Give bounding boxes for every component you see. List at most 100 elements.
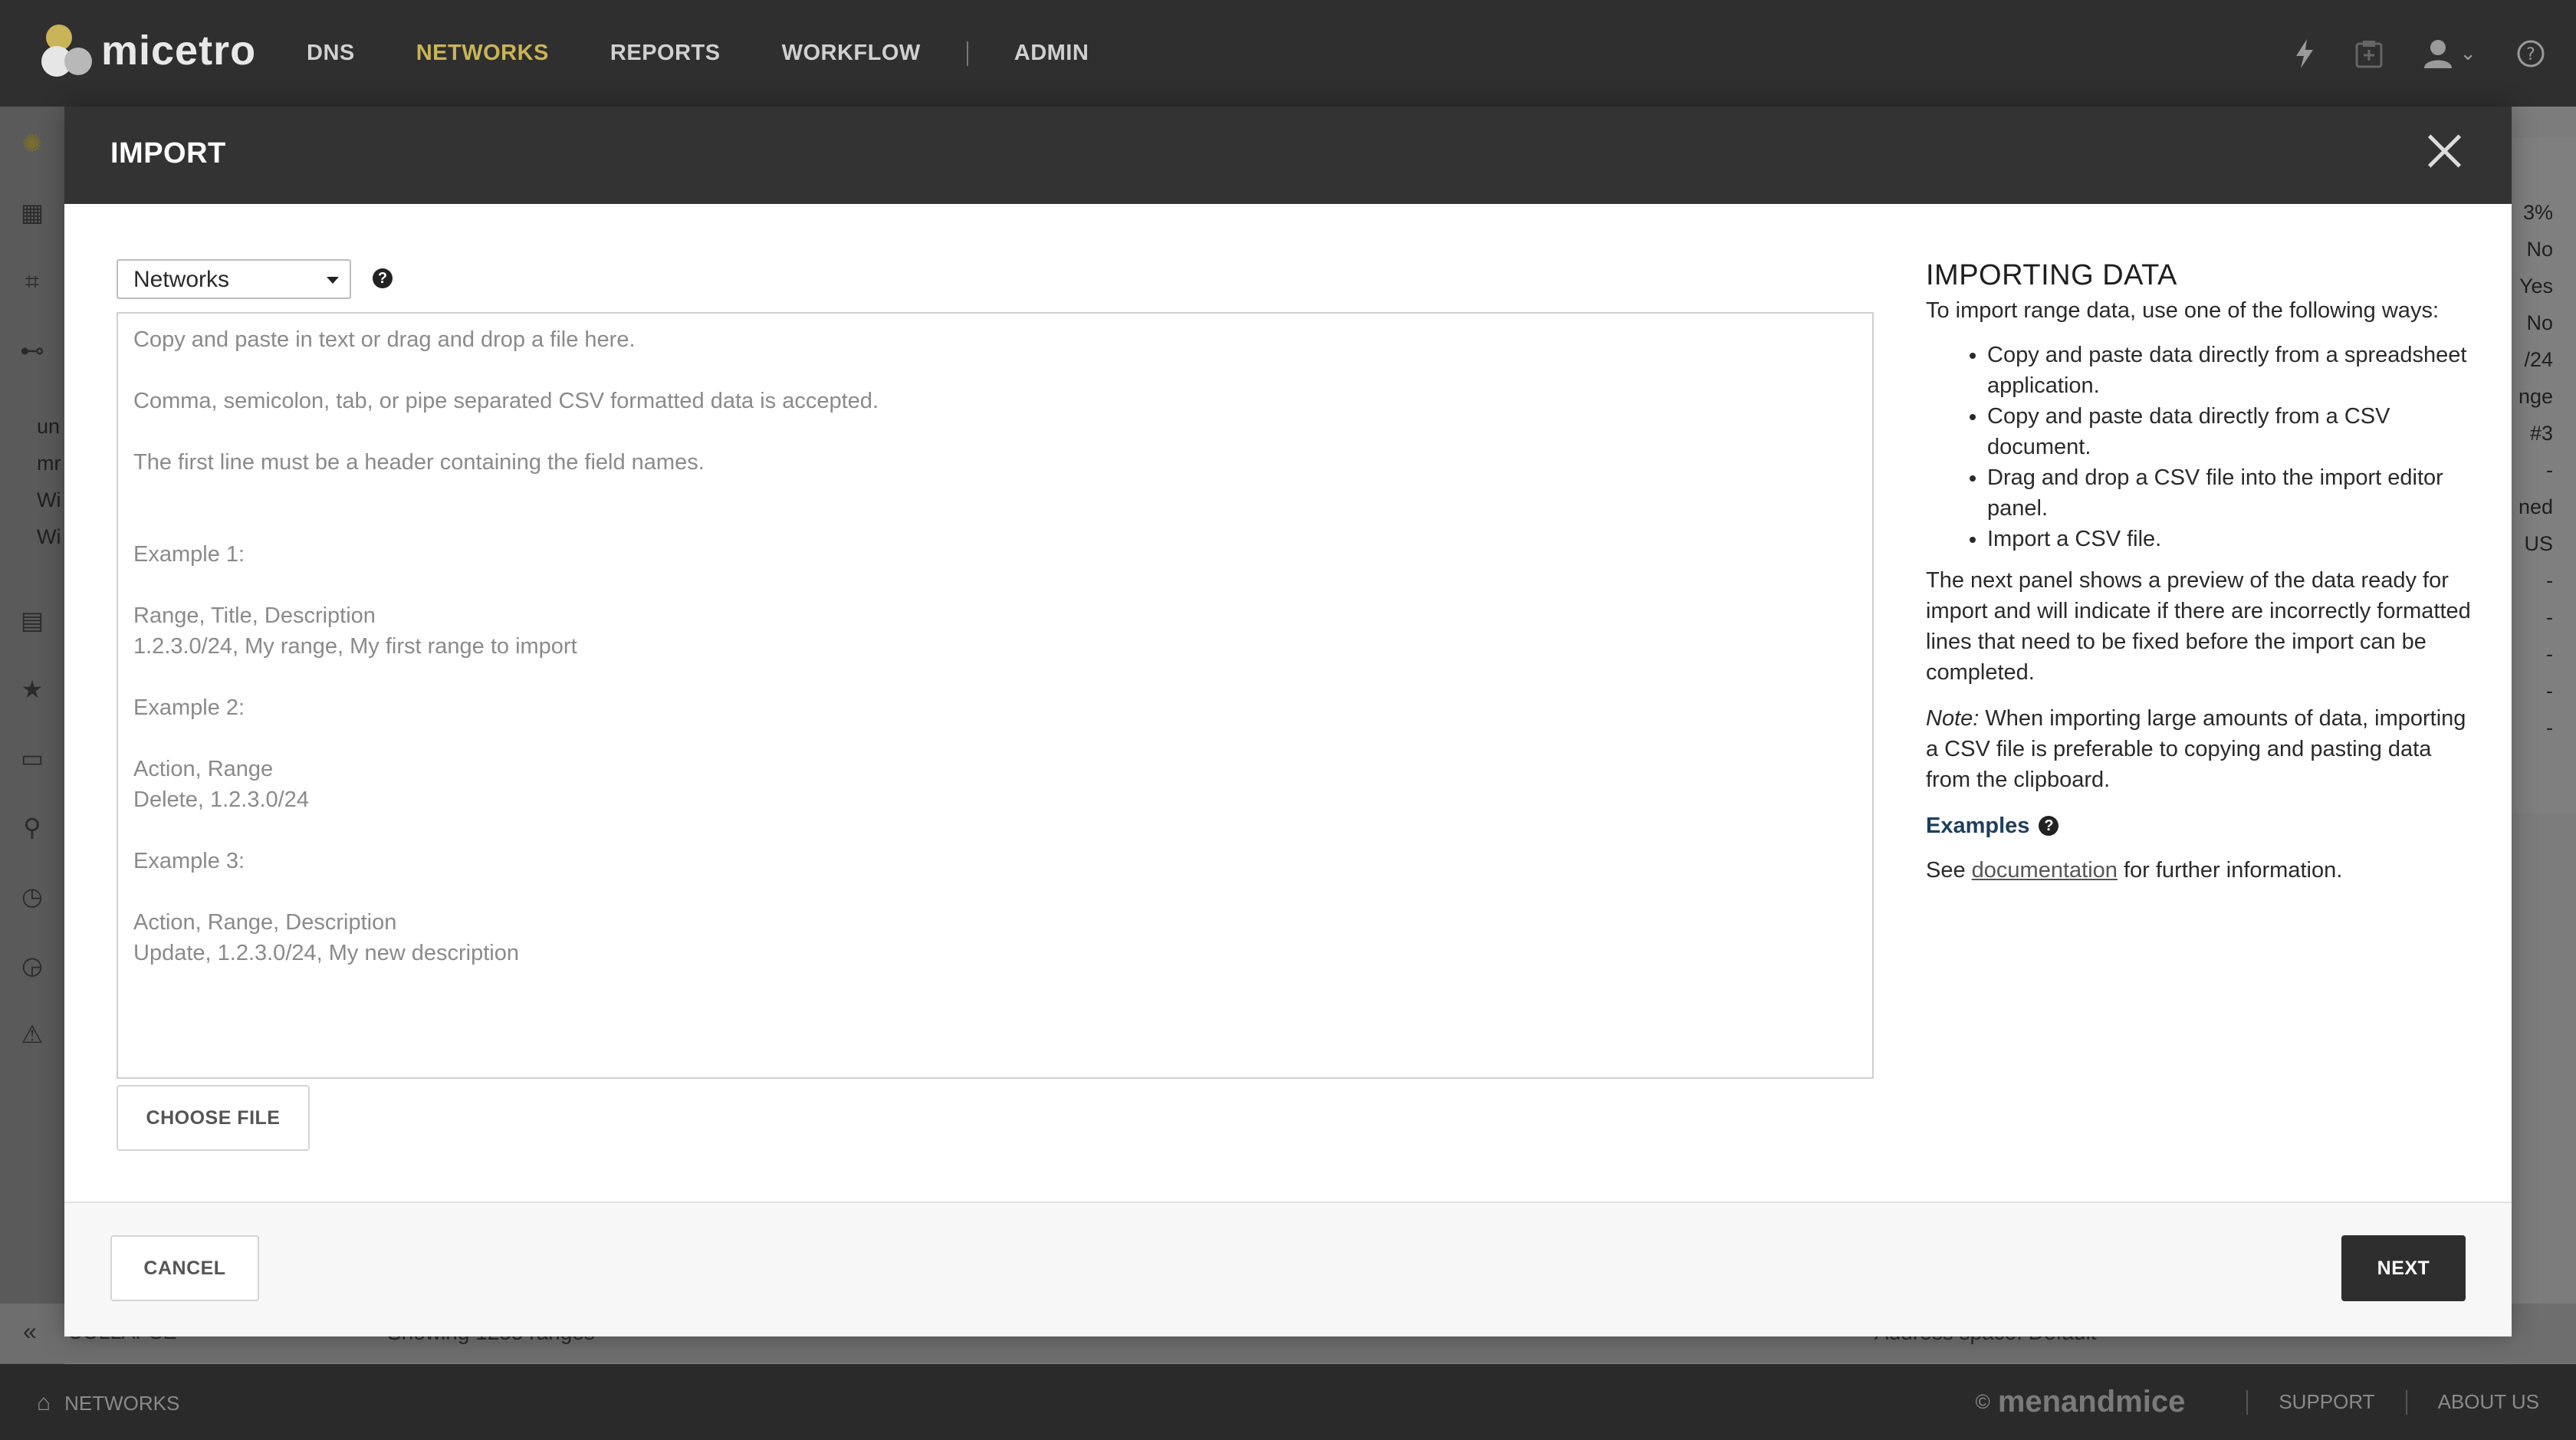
bg-list-item: Wi bbox=[37, 488, 61, 511]
left-sidebar: ✺ ▦ ⌗ ⊷ un mr Wi Wi ▤ ★ ▭ ⚲ ◷ ◶ ⚠ bbox=[0, 107, 64, 1364]
bg-cell: Yes bbox=[2518, 275, 2553, 298]
bg-cell: #3 bbox=[2529, 422, 2553, 445]
editor-blank-line bbox=[133, 876, 1857, 907]
next-button[interactable]: NEXT bbox=[2341, 1235, 2466, 1301]
bg-cell: - bbox=[2546, 606, 2553, 629]
editor-blank-line bbox=[133, 355, 1857, 386]
editor-placeholder-line: Example 2: bbox=[133, 695, 245, 720]
editor-blank-line bbox=[133, 416, 1857, 447]
nav-networks[interactable]: NETWORKS bbox=[416, 41, 549, 66]
user-menu-icon[interactable]: ⌄ bbox=[2423, 39, 2476, 68]
star-icon[interactable]: ★ bbox=[17, 674, 48, 705]
editor-placeholder-line: Update, 1.2.3.0/24, My new description bbox=[133, 941, 519, 965]
chevron-down-icon: ⌄ bbox=[2459, 41, 2476, 64]
nav-dns[interactable]: DNS bbox=[307, 41, 355, 66]
logo-mark-icon bbox=[41, 23, 95, 78]
gear-icon[interactable]: ✺ bbox=[17, 128, 48, 159]
background-right-column: 3% No Yes No /24 nge #3 - ned US - - - -… bbox=[2507, 138, 2576, 813]
editor-placeholder-line: The first line must be a header containi… bbox=[133, 450, 705, 475]
help-bullet: Copy and paste data directly from a spre… bbox=[1987, 340, 2478, 401]
dialog-title: IMPORT bbox=[110, 137, 226, 169]
footer-links: © menandmice SUPPORT ABOUT US bbox=[1976, 1364, 2539, 1440]
bg-cell: - bbox=[2546, 679, 2553, 702]
nav-workflow[interactable]: WORKFLOW bbox=[782, 41, 921, 66]
nav-divider bbox=[966, 41, 968, 66]
archive-icon[interactable]: ▤ bbox=[17, 605, 48, 636]
breadcrumb-networks[interactable]: NETWORKS bbox=[64, 1392, 179, 1415]
bolt-icon[interactable] bbox=[2294, 38, 2315, 68]
help-title: IMPORTING DATA bbox=[1926, 259, 2177, 291]
editor-blank-line bbox=[133, 508, 1857, 539]
editor-placeholder-line: 1.2.3.0/24, My range, My first range to … bbox=[133, 634, 577, 659]
main-nav: DNS NETWORKS REPORTS WORKFLOW ADMIN bbox=[307, 0, 1150, 107]
task-icon[interactable] bbox=[2355, 39, 2383, 68]
help-intro: To import range data, use one of the fol… bbox=[1926, 298, 2439, 323]
help-preview-text: The next panel shows a preview of the da… bbox=[1926, 568, 2471, 685]
bg-cell: - bbox=[2546, 643, 2553, 666]
support-link[interactable]: SUPPORT bbox=[2279, 1390, 2374, 1414]
close-icon[interactable] bbox=[2423, 130, 2466, 173]
folder-icon[interactable]: ▭ bbox=[17, 743, 48, 774]
nav-reports[interactable]: REPORTS bbox=[610, 41, 721, 66]
bg-list-item: mr bbox=[37, 452, 61, 475]
copyright-symbol: © bbox=[1975, 1390, 1990, 1413]
see-suffix: for further information. bbox=[2117, 858, 2343, 883]
cancel-button[interactable]: CANCEL bbox=[110, 1235, 259, 1301]
editor-blank-line bbox=[133, 478, 1857, 508]
examples-label: Examples bbox=[1926, 814, 2030, 838]
bg-cell: nge bbox=[2518, 385, 2553, 408]
bg-cell: - bbox=[2546, 716, 2553, 739]
double-chevron-left-icon[interactable]: « bbox=[23, 1317, 37, 1346]
note-text: When importing large amounts of data, im… bbox=[1926, 706, 2466, 792]
examples-toggle[interactable]: Examples ? bbox=[1926, 810, 2478, 841]
micetro-logo[interactable]: micetro bbox=[41, 23, 256, 78]
top-icons: ⌄ ? bbox=[2254, 0, 2545, 107]
import-dialog: IMPORT Networks ? Copy and paste in text… bbox=[64, 107, 2512, 1336]
editor-placeholder-line: Example 3: bbox=[133, 849, 245, 873]
nav-admin[interactable]: ADMIN bbox=[1014, 41, 1089, 66]
clock-add-icon[interactable]: ◷ bbox=[17, 881, 48, 912]
import-editor[interactable]: Copy and paste in text or drag and drop … bbox=[117, 312, 1874, 1079]
editor-placeholder-line: Action, Range, Description bbox=[133, 910, 397, 935]
bg-cell: 3% bbox=[2522, 201, 2553, 224]
home-icon[interactable]: ⌂ bbox=[37, 1390, 51, 1416]
bg-cell: No bbox=[2526, 238, 2553, 261]
editor-placeholder-line: Copy and paste in text or drag and drop … bbox=[133, 327, 636, 352]
editor-blank-line bbox=[133, 570, 1857, 600]
about-us-link[interactable]: ABOUT US bbox=[2438, 1390, 2539, 1414]
bg-cell: ned bbox=[2518, 495, 2553, 518]
hierarchy-icon[interactable]: ⌗ bbox=[17, 266, 48, 297]
import-type-select[interactable]: Networks bbox=[117, 259, 351, 299]
dialog-header: IMPORT bbox=[64, 107, 2512, 204]
documentation-link[interactable]: documentation bbox=[1972, 858, 2118, 883]
clock-edit-icon[interactable]: ◶ bbox=[17, 950, 48, 981]
help-bullet: Drag and drop a CSV file into the import… bbox=[1987, 462, 2478, 524]
footer-divider bbox=[2246, 1389, 2249, 1415]
tree-icon[interactable]: ⊷ bbox=[17, 335, 48, 366]
warning-icon[interactable]: ⚠ bbox=[17, 1019, 48, 1050]
editor-blank-line bbox=[133, 815, 1857, 846]
footer-bar: ⌂ NETWORKS © menandmice SUPPORT ABOUT US bbox=[0, 1364, 2576, 1440]
question-icon[interactable]: ? bbox=[373, 268, 393, 288]
editor-blank-line bbox=[133, 662, 1857, 692]
bg-cell: US bbox=[2524, 532, 2553, 555]
bg-cell: No bbox=[2526, 311, 2553, 334]
see-prefix: See bbox=[1926, 858, 1972, 883]
editor-placeholder-line: Action, Range bbox=[133, 757, 274, 781]
bg-cell: - bbox=[2546, 459, 2553, 482]
bg-list-item: Wi bbox=[37, 525, 61, 548]
help-bullet: Copy and paste data directly from a CSV … bbox=[1987, 401, 2478, 462]
note-label: Note: bbox=[1926, 706, 1980, 731]
editor-placeholder-line: Range, Title, Description bbox=[133, 603, 376, 628]
bg-list-item: un bbox=[37, 415, 61, 438]
help-note: Note: When importing large amounts of da… bbox=[1926, 703, 2478, 795]
editor-placeholder-line: Delete, 1.2.3.0/24 bbox=[133, 787, 309, 812]
search-icon[interactable]: ⚲ bbox=[17, 812, 48, 843]
importing-data-help: IMPORTING DATA To import range data, use… bbox=[1926, 260, 2478, 886]
choose-file-button[interactable]: CHOOSE FILE bbox=[117, 1085, 310, 1151]
svg-text:?: ? bbox=[2526, 45, 2535, 64]
question-icon: ? bbox=[2039, 816, 2059, 836]
import-type-value: Networks bbox=[133, 267, 230, 292]
help-icon[interactable]: ? bbox=[2516, 39, 2545, 68]
grid-icon[interactable]: ▦ bbox=[17, 197, 48, 228]
